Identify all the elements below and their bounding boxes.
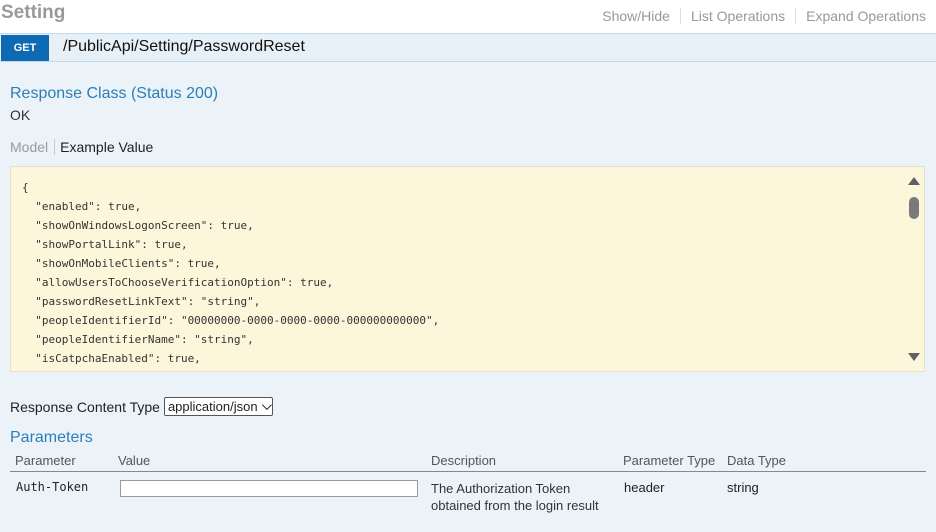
parameter-description: The Authorization Token obtained from th…	[431, 481, 599, 513]
example-json-line: "allowUsersToChooseVerificationOption": …	[22, 276, 334, 289]
parameters-heading: Parameters	[10, 429, 93, 446]
response-content-type-label: Response Content Type	[10, 398, 160, 415]
tab-example-value[interactable]: Example Value	[55, 139, 153, 155]
example-json-code: { "enabled": true, "showOnWindowsLogonSc…	[22, 178, 439, 368]
col-description: Description	[431, 453, 497, 468]
col-parameter: Parameter	[15, 453, 76, 468]
model-tabs: Model Example Value	[10, 139, 153, 155]
col-data-type: Data Type	[727, 453, 787, 468]
scroll-down-arrow-icon[interactable]	[908, 353, 920, 361]
chevron-down-icon	[261, 400, 272, 411]
col-parameter-type: Parameter Type	[623, 453, 716, 468]
parameter-type: header	[624, 480, 665, 495]
http-method-badge[interactable]: GET	[1, 35, 49, 61]
example-json-line: "enabled": true,	[22, 200, 142, 213]
table-row: Auth-Token The Authorization Token obtai…	[10, 474, 926, 532]
tab-model[interactable]: Model	[10, 139, 56, 155]
response-class-heading: Response Class (Status 200)	[10, 85, 219, 102]
operation-content: Response Class (Status 200) OK Model Exa…	[0, 62, 936, 532]
auth-token-input[interactable]	[120, 480, 418, 497]
selected-content-type: application/json	[167, 399, 258, 414]
operation-path[interactable]: /PublicApi/Setting/PasswordReset	[63, 38, 305, 56]
scroll-up-arrow-icon[interactable]	[908, 177, 920, 185]
response-status-text: OK	[10, 107, 31, 123]
expand-operations-link[interactable]: Expand Operations	[796, 8, 928, 24]
example-json-line: "showPortalLink": true,	[22, 238, 188, 251]
response-content-type: Response Content Type application/json	[10, 397, 273, 416]
resource-title[interactable]: Setting	[1, 2, 65, 24]
example-json-line: "isCatpchaEnabled": true,	[22, 352, 201, 365]
example-json-line: "peopleIdentifierName": "string",	[22, 333, 254, 346]
resource-links: Show/Hide List Operations Expand Operati…	[592, 8, 928, 24]
parameters-table-header: Parameter Value Description Parameter Ty…	[10, 452, 926, 472]
example-json-line: "showOnWindowsLogonScreen": true,	[22, 219, 254, 232]
operation-bar[interactable]: GET /PublicApi/Setting/PasswordReset	[0, 33, 936, 62]
example-json-line: "peopleIdentifierId": "00000000-0000-000…	[22, 314, 440, 327]
parameter-data-type: string	[727, 480, 759, 495]
resource-header: Setting Show/Hide List Operations Expand…	[0, 0, 936, 33]
example-json-line: {	[22, 181, 29, 194]
parameter-name: Auth-Token	[16, 480, 89, 494]
show-hide-link[interactable]: Show/Hide	[592, 8, 681, 24]
list-operations-link[interactable]: List Operations	[681, 8, 797, 24]
example-json-line: "showOnMobileClients": true,	[22, 257, 221, 270]
scrollbar-thumb[interactable]	[909, 197, 919, 219]
example-json-line: "passwordResetLinkText": "string",	[22, 295, 261, 308]
col-value: Value	[118, 453, 151, 468]
example-value-box[interactable]: { "enabled": true, "showOnWindowsLogonSc…	[10, 166, 925, 372]
response-content-type-select[interactable]: application/json	[163, 397, 273, 416]
